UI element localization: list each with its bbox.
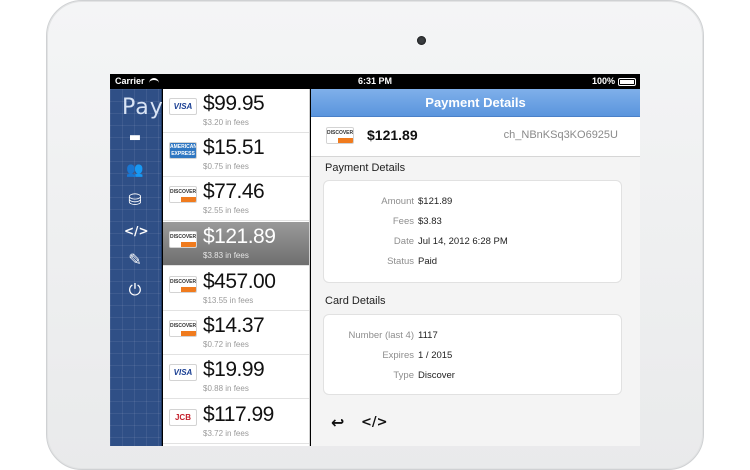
list-item[interactable]: VISA $19.99 $0.88 in fees [163,355,309,399]
payment-details-card: Amount $121.89 Fees $3.83 Date Jul 14, 2… [323,180,622,283]
status-row: Status [324,256,414,268]
list-item-selected[interactable]: DISCOVER $121.89 $3.83 in fees [163,222,309,266]
type-value-wrap: Discover [410,370,610,382]
type-value: Discover [418,370,455,381]
charge-amount: $99.95 [203,92,265,115]
fees-row: Fees [324,216,414,228]
number-row: Number (last 4) [324,330,414,342]
charge-amount: $14.37 [203,314,265,337]
detail-pane: Payment Details DISCOVER $121.89 ch_NBnK… [311,89,640,446]
date-row: Date [324,236,414,248]
list-item[interactable]: VISA $99.95 $3.20 in fees [163,89,309,133]
charge-fees: $3.72 in fees [203,429,249,438]
clock: 6:31 PM [357,76,392,86]
charge-fees: $3.83 in fees [203,251,249,260]
charge-fees: $0.75 in fees [203,162,249,171]
date-value: Jul 14, 2012 6:28 PM [418,236,508,247]
card-details-card: Number (last 4) 1117 Expires 1 / 2015 Ty… [323,314,622,395]
date-value-wrap: Jul 14, 2012 6:28 PM [410,236,610,248]
screen: Carrier 6:31 PM 100% Pay ▬ 👥 ⛁ </> ✎ ⏻ V… [110,74,640,446]
list-item[interactable]: AMERICAN EXPRESS $15.51 $0.75 in fees [163,133,309,177]
charge-amount: $121.89 [203,225,276,248]
charge-fees: $13.55 in fees [203,296,254,305]
camera [417,36,426,45]
edit-icon[interactable]: ✎ [124,249,146,271]
amount-value: $121.89 [418,196,453,207]
card-section-title: Card Details [325,295,386,307]
charge-header: DISCOVER $121.89 ch_NBnKSq3KO6925U [311,117,640,157]
discover-logo-icon: DISCOVER [169,231,197,248]
amex-logo-icon: AMERICAN EXPRESS [169,142,197,159]
app-brand: Pay [122,95,164,120]
power-icon[interactable]: ⏻ [124,279,146,301]
card-icon[interactable]: ▬ [124,127,146,149]
list-item[interactable]: DISCOVER $457.00 $13.55 in fees [163,267,309,311]
discover-logo-icon: DISCOVER [326,127,354,144]
fees-value-wrap: $3.83 [410,216,610,228]
detail-title: Payment Details [311,89,640,117]
charges-list: VISA $99.95 $3.20 in fees AMERICAN EXPRE… [163,89,310,446]
charge-amount: $15.51 [203,136,265,159]
coins-icon[interactable]: ⛁ [124,189,146,211]
discover-logo-icon: DISCOVER [169,186,197,203]
payment-section-title: Payment Details [325,162,406,174]
visa-logo-icon: VISA [169,98,197,115]
discover-logo-icon: DISCOVER [169,276,197,293]
visa-logo-icon: VISA [169,364,197,381]
number-label: Number (last 4) [348,330,414,341]
fees-value: $3.83 [418,216,442,227]
users-icon[interactable]: 👥 [124,159,146,181]
expires-value-wrap: 1 / 2015 [410,350,610,362]
expires-row: Expires [324,350,414,362]
battery-status: 100% [592,74,636,89]
reply-icon[interactable]: ↩ [331,413,344,432]
amount-row: Amount [324,196,414,208]
charge-fees: $0.88 in fees [203,384,249,393]
status-bar: Carrier 6:31 PM 100% [110,74,640,89]
detail-toolbar: ↩ </> [311,407,640,446]
charge-amount: $19.99 [203,358,265,381]
list-item[interactable]: JCB $117.99 $3.72 in fees [163,400,309,444]
charge-id: ch_NBnKSq3KO6925U [503,129,618,141]
sidebar: Pay ▬ 👥 ⛁ </> ✎ ⏻ [110,89,164,446]
charge-amount: $77.46 [203,180,265,203]
jcb-logo-icon: JCB [169,409,197,426]
code-icon[interactable]: </> [124,220,149,242]
status-value: Paid [418,256,438,267]
list-item[interactable]: DISCOVER $77.46 $2.55 in fees [163,177,309,221]
charge-fees: $2.55 in fees [203,206,249,215]
status-value-wrap: Paid [410,256,610,268]
number-value-wrap: 1117 [410,330,610,342]
type-row: Type [324,370,414,382]
charge-fees: $3.20 in fees [203,118,249,127]
charge-amount: $121.89 [367,127,418,143]
charge-fees: $0.72 in fees [203,340,249,349]
charge-amount: $117.99 [203,403,274,426]
amount-value-wrap: $121.89 [410,196,610,208]
discover-logo-icon: DISCOVER [169,320,197,337]
charge-amount: $457.00 [203,270,276,293]
number-value: 1117 [418,330,438,341]
list-item[interactable]: DISCOVER $14.37 $0.72 in fees [163,311,309,355]
battery-icon [618,77,636,86]
expires-value: 1 / 2015 [418,350,453,361]
code-icon[interactable]: </> [361,415,388,430]
